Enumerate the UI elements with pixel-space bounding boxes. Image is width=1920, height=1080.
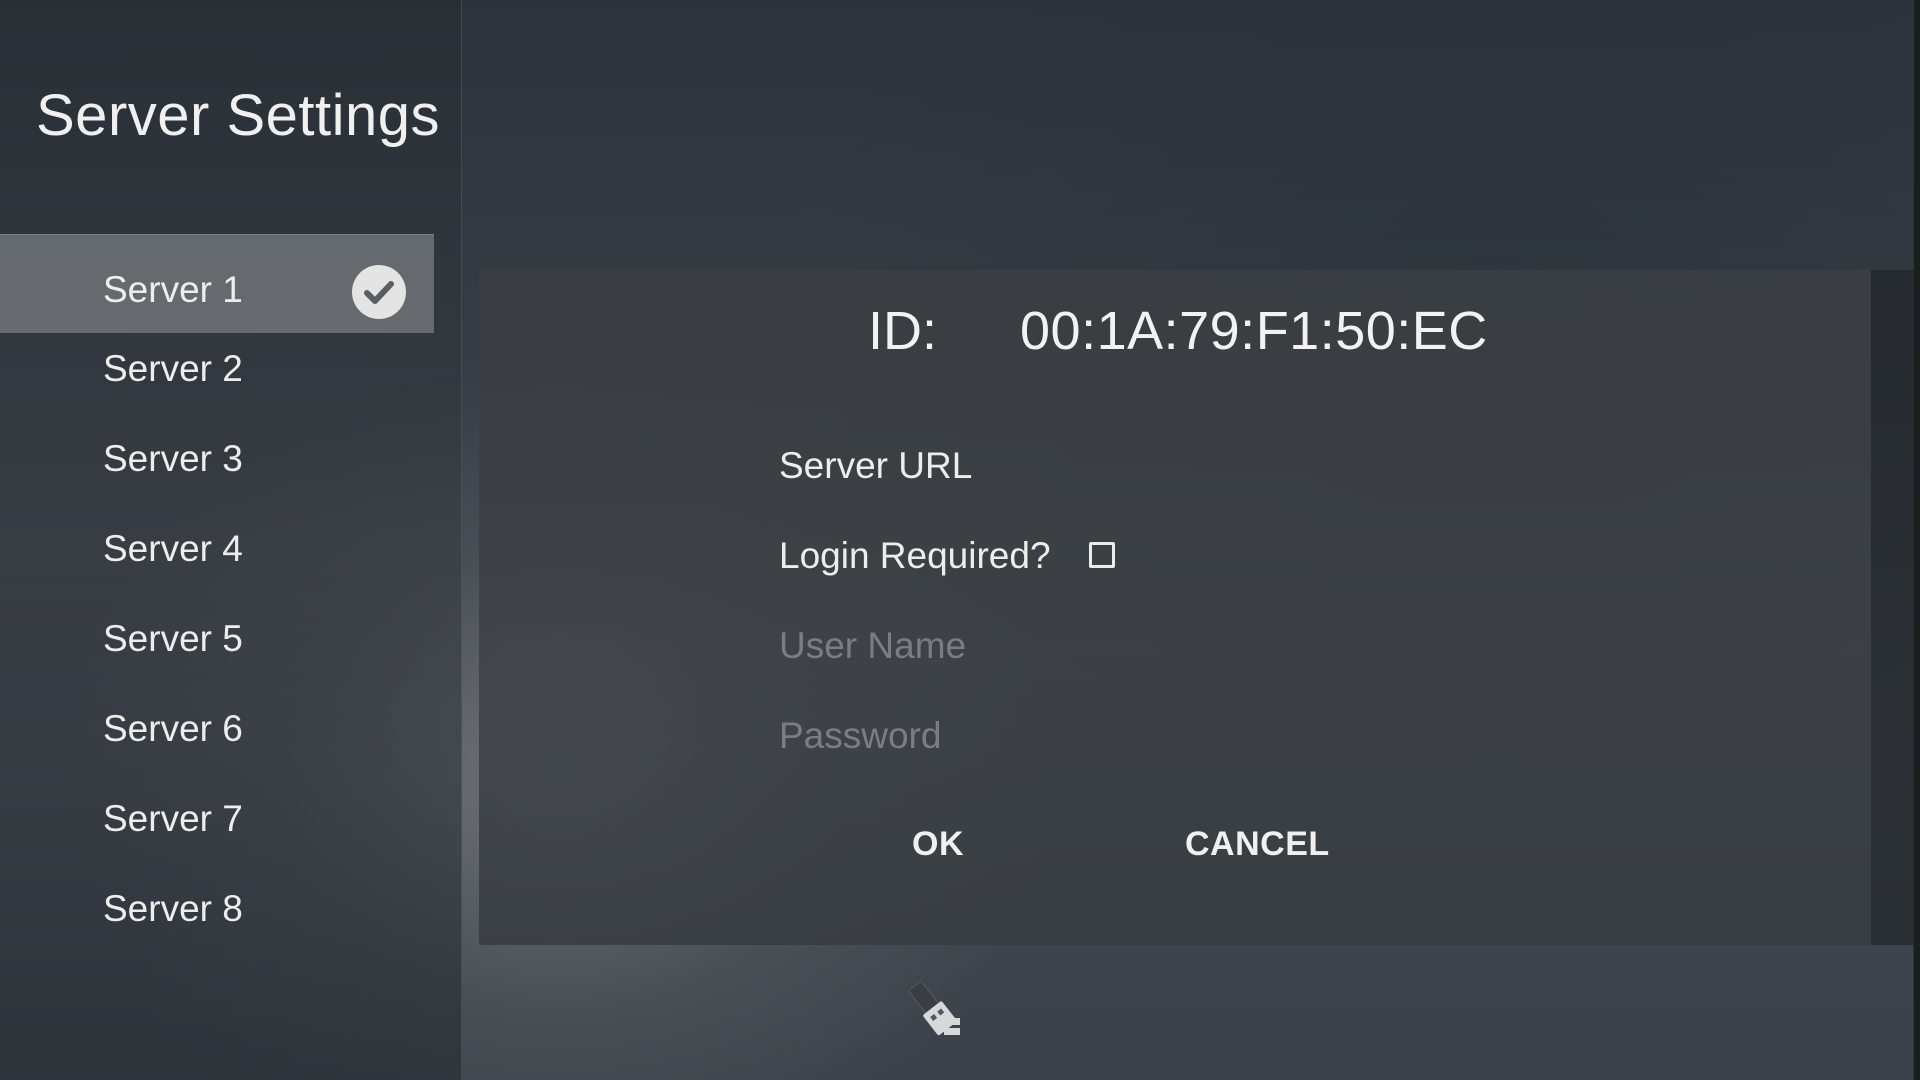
server-list-item-1[interactable]: Server 1 <box>0 234 434 333</box>
server-list-item-5[interactable]: Server 5 <box>0 594 434 684</box>
server-list-item-6[interactable]: Server 6 <box>0 684 434 774</box>
usb-drive-icon <box>900 978 966 1044</box>
server-item-label: Server 3 <box>103 438 243 479</box>
login-required-checkbox[interactable] <box>1089 542 1115 568</box>
device-id-label: ID: <box>868 301 938 361</box>
server-list-item-8[interactable]: Server 8 <box>0 864 434 954</box>
server-item-label: Server 7 <box>103 798 243 839</box>
dialog-shadow <box>1871 270 1914 945</box>
server-item-label: Server 2 <box>103 348 243 389</box>
server-item-label: Server 1 <box>103 269 243 310</box>
server-item-label: Server 4 <box>103 528 243 569</box>
screen-right-edge <box>1913 0 1920 1080</box>
device-id-row: ID: 00:1A:79:F1:50:EC <box>479 300 1871 380</box>
server-item-label: Server 6 <box>103 708 243 749</box>
password-field[interactable]: Password <box>779 715 941 757</box>
page-title: Server Settings <box>36 83 441 148</box>
server-settings-dialog: ID: 00:1A:79:F1:50:EC Server URL Login R… <box>479 270 1871 945</box>
check-circle-icon <box>352 265 406 319</box>
server-list-item-3[interactable]: Server 3 <box>0 414 434 504</box>
username-field[interactable]: User Name <box>779 625 966 667</box>
server-item-label: Server 5 <box>103 618 243 659</box>
device-id-value: 00:1A:79:F1:50:EC <box>1020 301 1488 361</box>
server-item-label: Server 8 <box>103 888 243 929</box>
ok-button[interactable]: OK <box>912 825 964 864</box>
server-list-item-4[interactable]: Server 4 <box>0 504 434 594</box>
login-required-label: Login Required? <box>779 535 1051 576</box>
server-url-field[interactable]: Server URL <box>779 445 1679 501</box>
cancel-button[interactable]: CANCEL <box>1185 825 1330 864</box>
server-list-item-7[interactable]: Server 7 <box>0 774 434 864</box>
server-list: Server 1 Server 2 Server 3 Server 4 Serv… <box>0 234 434 954</box>
server-sidebar: Server Settings Server 1 Server 2 Server… <box>0 0 462 1080</box>
server-list-item-2[interactable]: Server 2 <box>0 324 434 414</box>
